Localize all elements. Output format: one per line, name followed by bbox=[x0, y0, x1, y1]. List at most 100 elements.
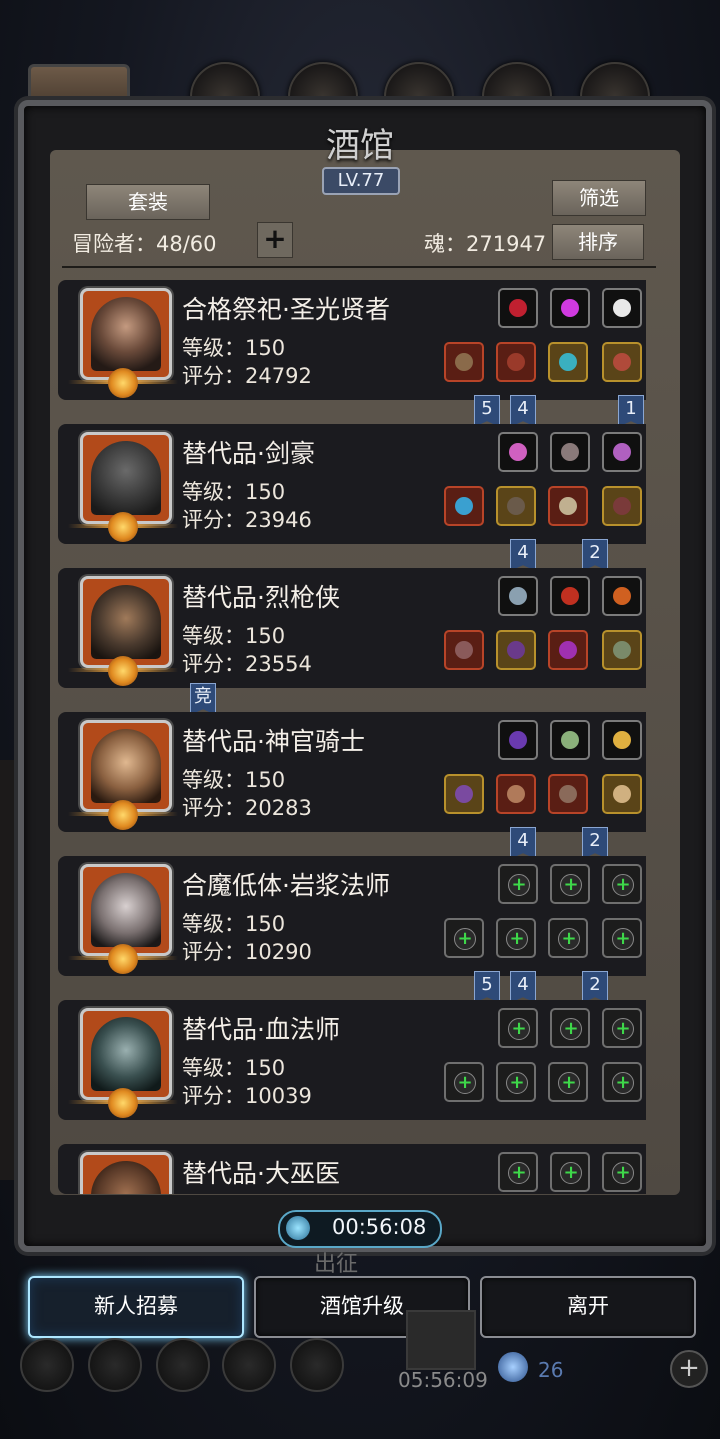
hero-portrait-image bbox=[91, 441, 161, 515]
hero-score: 评分：20283 bbox=[182, 796, 312, 820]
add-plus-icon: + bbox=[560, 1162, 582, 1184]
empty-slot[interactable]: + bbox=[548, 1062, 588, 1102]
empty-slot[interactable]: + bbox=[602, 1008, 642, 1048]
empty-slot[interactable]: + bbox=[550, 864, 590, 904]
add-plus-icon: + bbox=[506, 928, 528, 950]
gem-slot[interactable] bbox=[602, 720, 642, 760]
hero-avatar bbox=[80, 720, 172, 812]
scroll-icon bbox=[613, 785, 631, 803]
add-slot-button[interactable]: + bbox=[257, 222, 293, 258]
hero-name: 替代品·剑豪 bbox=[182, 439, 315, 468]
add-plus-icon: + bbox=[558, 928, 580, 950]
gem-slot[interactable] bbox=[602, 432, 642, 472]
lantern-icon bbox=[613, 587, 631, 605]
sun-icon bbox=[108, 1088, 138, 1118]
filter-button[interactable]: 筛选 bbox=[552, 180, 646, 216]
gate-icon[interactable] bbox=[406, 1310, 476, 1370]
hero-card[interactable]: 替代品·神官骑士 等级：150 评分：20283 bbox=[58, 712, 646, 832]
equip-slot[interactable] bbox=[602, 630, 642, 670]
armor-icon bbox=[507, 785, 525, 803]
equip-slot[interactable] bbox=[496, 774, 536, 814]
gem-slot[interactable] bbox=[602, 576, 642, 616]
armor-icon bbox=[507, 353, 525, 371]
sort-button[interactable]: 排序 bbox=[552, 224, 644, 260]
gem-slot[interactable] bbox=[550, 288, 590, 328]
equip-slot[interactable] bbox=[444, 630, 484, 670]
gem-icon bbox=[509, 299, 527, 317]
empty-slot[interactable]: + bbox=[444, 918, 484, 958]
equip-slot[interactable] bbox=[548, 486, 588, 526]
empty-slot[interactable]: + bbox=[498, 1152, 538, 1192]
hero-name: 替代品·大巫医 bbox=[182, 1159, 340, 1188]
empty-slot[interactable]: + bbox=[602, 1152, 642, 1192]
equip-slot[interactable] bbox=[602, 342, 642, 382]
hero-level: 等级：150 bbox=[182, 480, 286, 504]
hero-score: 评分：10039 bbox=[182, 1084, 312, 1108]
weapon-icon bbox=[455, 353, 473, 371]
empty-slot[interactable]: + bbox=[498, 864, 538, 904]
hero-avatar bbox=[80, 1008, 172, 1100]
gem-icon bbox=[561, 299, 579, 317]
equip-slot[interactable] bbox=[496, 342, 536, 382]
empty-slot[interactable]: + bbox=[602, 1062, 642, 1102]
empty-slot[interactable]: + bbox=[444, 1062, 484, 1102]
gem-slot[interactable] bbox=[498, 432, 538, 472]
equip-slot[interactable] bbox=[602, 486, 642, 526]
empty-slot[interactable]: + bbox=[496, 918, 536, 958]
gem-slot[interactable] bbox=[550, 432, 590, 472]
equip-slot[interactable] bbox=[548, 630, 588, 670]
hero-card[interactable]: 合魔低体·岩浆法师 等级：150 评分：10290 + + + + + + + bbox=[58, 856, 646, 976]
set-button[interactable]: 套装 bbox=[86, 184, 210, 220]
hero-card[interactable]: 替代品·烈枪侠 等级：150 评分：23554 bbox=[58, 568, 646, 688]
map-icon[interactable] bbox=[222, 1338, 276, 1392]
spear-icon bbox=[455, 641, 473, 659]
leave-button[interactable]: 离开 bbox=[480, 1276, 696, 1338]
equip-slot[interactable] bbox=[548, 774, 588, 814]
hero-score: 评分：24792 bbox=[182, 364, 312, 388]
shield-icon[interactable] bbox=[290, 1338, 344, 1392]
hero-card[interactable]: 合格祭祀·圣光贤者 等级：150 评分：24792 bbox=[58, 280, 646, 400]
feather-icon bbox=[613, 299, 631, 317]
leaf-icon bbox=[561, 731, 579, 749]
timer-text: 00:56:08 bbox=[332, 1215, 427, 1239]
equip-slot[interactable] bbox=[496, 630, 536, 670]
tavern-level: LV.77 bbox=[322, 167, 400, 195]
add-plus-icon: + bbox=[612, 874, 634, 896]
empty-slot[interactable]: + bbox=[602, 918, 642, 958]
helmet-icon bbox=[559, 497, 577, 515]
empty-slot[interactable]: + bbox=[602, 864, 642, 904]
empty-slot[interactable]: + bbox=[548, 918, 588, 958]
recruit-button[interactable]: 新人招募 bbox=[28, 1276, 244, 1338]
empty-slot[interactable]: + bbox=[496, 1062, 536, 1102]
equip-slot[interactable] bbox=[444, 342, 484, 382]
equip-slot[interactable] bbox=[496, 486, 536, 526]
equip-slot[interactable] bbox=[444, 774, 484, 814]
empty-slot[interactable]: + bbox=[498, 1008, 538, 1048]
equip-slot[interactable] bbox=[548, 342, 588, 382]
gem-slot[interactable] bbox=[498, 576, 538, 616]
hero-avatar bbox=[80, 576, 172, 668]
equip-slot[interactable] bbox=[602, 774, 642, 814]
add-button[interactable]: + bbox=[670, 1350, 708, 1388]
crystal-count: 26 bbox=[538, 1358, 564, 1382]
empty-slot[interactable]: + bbox=[550, 1008, 590, 1048]
gem-slot[interactable] bbox=[498, 288, 538, 328]
gem-slot[interactable] bbox=[498, 720, 538, 760]
star-icon[interactable] bbox=[88, 1338, 142, 1392]
gem-slot[interactable] bbox=[550, 576, 590, 616]
hero-score: 评分：10290 bbox=[182, 940, 312, 964]
hero-card[interactable]: 替代品·大巫医 + + + bbox=[58, 1144, 646, 1194]
hero-score: 评分：23946 bbox=[182, 508, 312, 532]
hero-card[interactable]: 替代品·剑豪 等级：150 评分：23946 bbox=[58, 424, 646, 544]
add-plus-icon: + bbox=[558, 1072, 580, 1094]
gem-slot[interactable] bbox=[602, 288, 642, 328]
sun-icon bbox=[108, 944, 138, 974]
hero-name: 合格祭祀·圣光贤者 bbox=[182, 295, 390, 324]
gear-icon[interactable] bbox=[20, 1338, 74, 1392]
equip-slot[interactable] bbox=[444, 486, 484, 526]
banner-icon[interactable] bbox=[156, 1338, 210, 1392]
sun-icon bbox=[108, 800, 138, 830]
empty-slot[interactable]: + bbox=[550, 1152, 590, 1192]
hero-card[interactable]: 替代品·血法师 等级：150 评分：10039 + + + + + + + bbox=[58, 1000, 646, 1120]
gem-slot[interactable] bbox=[550, 720, 590, 760]
